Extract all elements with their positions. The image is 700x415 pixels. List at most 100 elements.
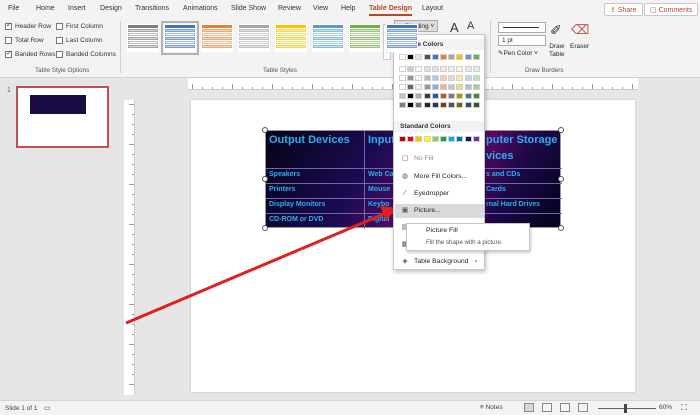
theme-color-shade-swatch[interactable] (440, 84, 447, 90)
standard-color-swatch[interactable] (431, 136, 439, 142)
zoom-level[interactable]: 60% (659, 404, 672, 411)
no-fill-item[interactable]: ▢ No Fill (395, 152, 484, 166)
theme-color-shade-swatch[interactable] (472, 102, 480, 108)
theme-color-swatch[interactable] (423, 54, 431, 60)
spellcheck-icon[interactable]: ▭ (44, 404, 51, 412)
standard-color-swatch[interactable] (415, 136, 423, 142)
theme-color-shade-swatch[interactable] (415, 75, 423, 81)
theme-color-shade-swatch[interactable] (407, 102, 415, 108)
table-style-row (202, 29, 232, 32)
normal-view-icon[interactable] (524, 403, 534, 412)
theme-color-shade-swatch[interactable] (440, 75, 447, 81)
theme-color-shade-swatch[interactable] (407, 66, 415, 72)
theme-color-shade-swatch[interactable] (464, 84, 472, 90)
theme-color-swatch[interactable] (431, 54, 439, 60)
table-style-option[interactable] (238, 24, 270, 52)
table-style-option[interactable] (201, 24, 233, 52)
theme-color-shade-swatch[interactable] (440, 66, 447, 72)
theme-color-shade-swatch[interactable] (431, 102, 439, 108)
slide-sorter-icon[interactable] (542, 403, 552, 412)
notes-button[interactable]: ≡ Notes (480, 404, 503, 411)
theme-color-shade-swatch[interactable] (399, 93, 406, 99)
status-bar: Slide 1 of 1 ▭ ≡ Notes 60% ⛶ (0, 400, 700, 415)
eyedropper-item[interactable]: ⁄ Eyedropper (395, 187, 484, 201)
reading-view-icon[interactable] (560, 403, 570, 412)
table-style-option[interactable] (386, 24, 418, 52)
zoom-slider-thumb[interactable] (624, 404, 627, 413)
theme-color-shade-swatch[interactable] (440, 102, 447, 108)
theme-color-shade-swatch[interactable] (464, 75, 472, 81)
theme-color-swatch[interactable] (407, 54, 415, 60)
theme-color-shade-swatch[interactable] (431, 66, 439, 72)
table-style-row (239, 29, 269, 32)
theme-color-shade-swatch[interactable] (431, 84, 439, 90)
theme-color-shade-swatch[interactable] (423, 66, 431, 72)
theme-color-swatch[interactable] (456, 54, 464, 60)
theme-color-shade-swatch[interactable] (448, 66, 456, 72)
theme-color-shade-swatch[interactable] (431, 93, 439, 99)
theme-color-shade-swatch[interactable] (407, 84, 415, 90)
theme-color-shade-swatch[interactable] (472, 66, 480, 72)
fit-to-window-icon[interactable]: ⛶ (681, 403, 687, 413)
picture-icon: ▣ (401, 207, 409, 214)
standard-color-swatch[interactable] (399, 136, 406, 142)
table-style-row (165, 45, 195, 48)
theme-color-shade-swatch[interactable] (456, 75, 464, 81)
zoom-slider[interactable] (598, 408, 656, 409)
theme-color-shade-swatch[interactable] (472, 75, 480, 81)
theme-color-shade-swatch[interactable] (448, 75, 456, 81)
standard-color-swatch[interactable] (423, 136, 431, 142)
theme-color-swatch[interactable] (440, 54, 447, 60)
table-style-option[interactable] (275, 24, 307, 52)
table-style-option[interactable] (349, 24, 381, 52)
theme-color-shade-swatch[interactable] (448, 93, 456, 99)
standard-color-swatch[interactable] (464, 136, 472, 142)
table-style-row (276, 33, 306, 36)
picture-item[interactable]: ▣ Picture... (395, 204, 484, 218)
theme-color-shade-swatch[interactable] (431, 75, 439, 81)
theme-color-shade-swatch[interactable] (472, 84, 480, 90)
standard-color-swatch[interactable] (456, 136, 464, 142)
slide-show-icon[interactable] (578, 403, 588, 412)
theme-color-shade-swatch[interactable] (407, 93, 415, 99)
theme-color-shade-swatch[interactable] (423, 102, 431, 108)
standard-color-swatch[interactable] (440, 136, 447, 142)
theme-color-shade-swatch[interactable] (464, 102, 472, 108)
theme-color-swatch[interactable] (415, 54, 423, 60)
table-style-row (128, 33, 158, 36)
theme-color-shade-swatch[interactable] (456, 93, 464, 99)
theme-color-shade-swatch[interactable] (464, 93, 472, 99)
table-style-option[interactable] (127, 24, 159, 52)
theme-color-shade-swatch[interactable] (472, 93, 480, 99)
standard-color-swatch[interactable] (448, 136, 456, 142)
theme-color-shade-swatch[interactable] (448, 102, 456, 108)
theme-color-shade-swatch[interactable] (464, 66, 472, 72)
table-style-option[interactable] (161, 21, 199, 55)
theme-color-shade-swatch[interactable] (448, 84, 456, 90)
theme-color-shade-swatch[interactable] (407, 75, 415, 81)
theme-color-swatch[interactable] (448, 54, 456, 60)
theme-color-shade-swatch[interactable] (399, 66, 406, 72)
theme-color-swatch[interactable] (464, 54, 472, 60)
more-fill-colors-item[interactable]: ◍ More Fill Colors... (395, 170, 484, 184)
theme-color-shade-swatch[interactable] (415, 93, 423, 99)
theme-color-shade-swatch[interactable] (456, 66, 464, 72)
theme-color-shade-swatch[interactable] (415, 66, 423, 72)
theme-color-shade-swatch[interactable] (456, 102, 464, 108)
theme-color-shade-swatch[interactable] (399, 84, 406, 90)
theme-color-swatch[interactable] (472, 54, 480, 60)
theme-color-shade-swatch[interactable] (415, 102, 423, 108)
standard-color-swatch[interactable] (472, 136, 480, 142)
theme-color-shade-swatch[interactable] (440, 93, 447, 99)
theme-color-shade-swatch[interactable] (399, 75, 406, 81)
theme-color-shade-swatch[interactable] (399, 102, 406, 108)
table-style-option[interactable] (312, 24, 344, 52)
theme-color-shade-swatch[interactable] (423, 75, 431, 81)
standard-color-swatch[interactable] (407, 136, 415, 142)
theme-color-shade-swatch[interactable] (456, 84, 464, 90)
theme-color-shade-swatch[interactable] (415, 84, 423, 90)
theme-color-swatch[interactable] (399, 54, 406, 60)
theme-color-shade-swatch[interactable] (423, 84, 431, 90)
table-background-item[interactable]: ◈ Table Background › (395, 255, 484, 269)
theme-color-shade-swatch[interactable] (423, 93, 431, 99)
